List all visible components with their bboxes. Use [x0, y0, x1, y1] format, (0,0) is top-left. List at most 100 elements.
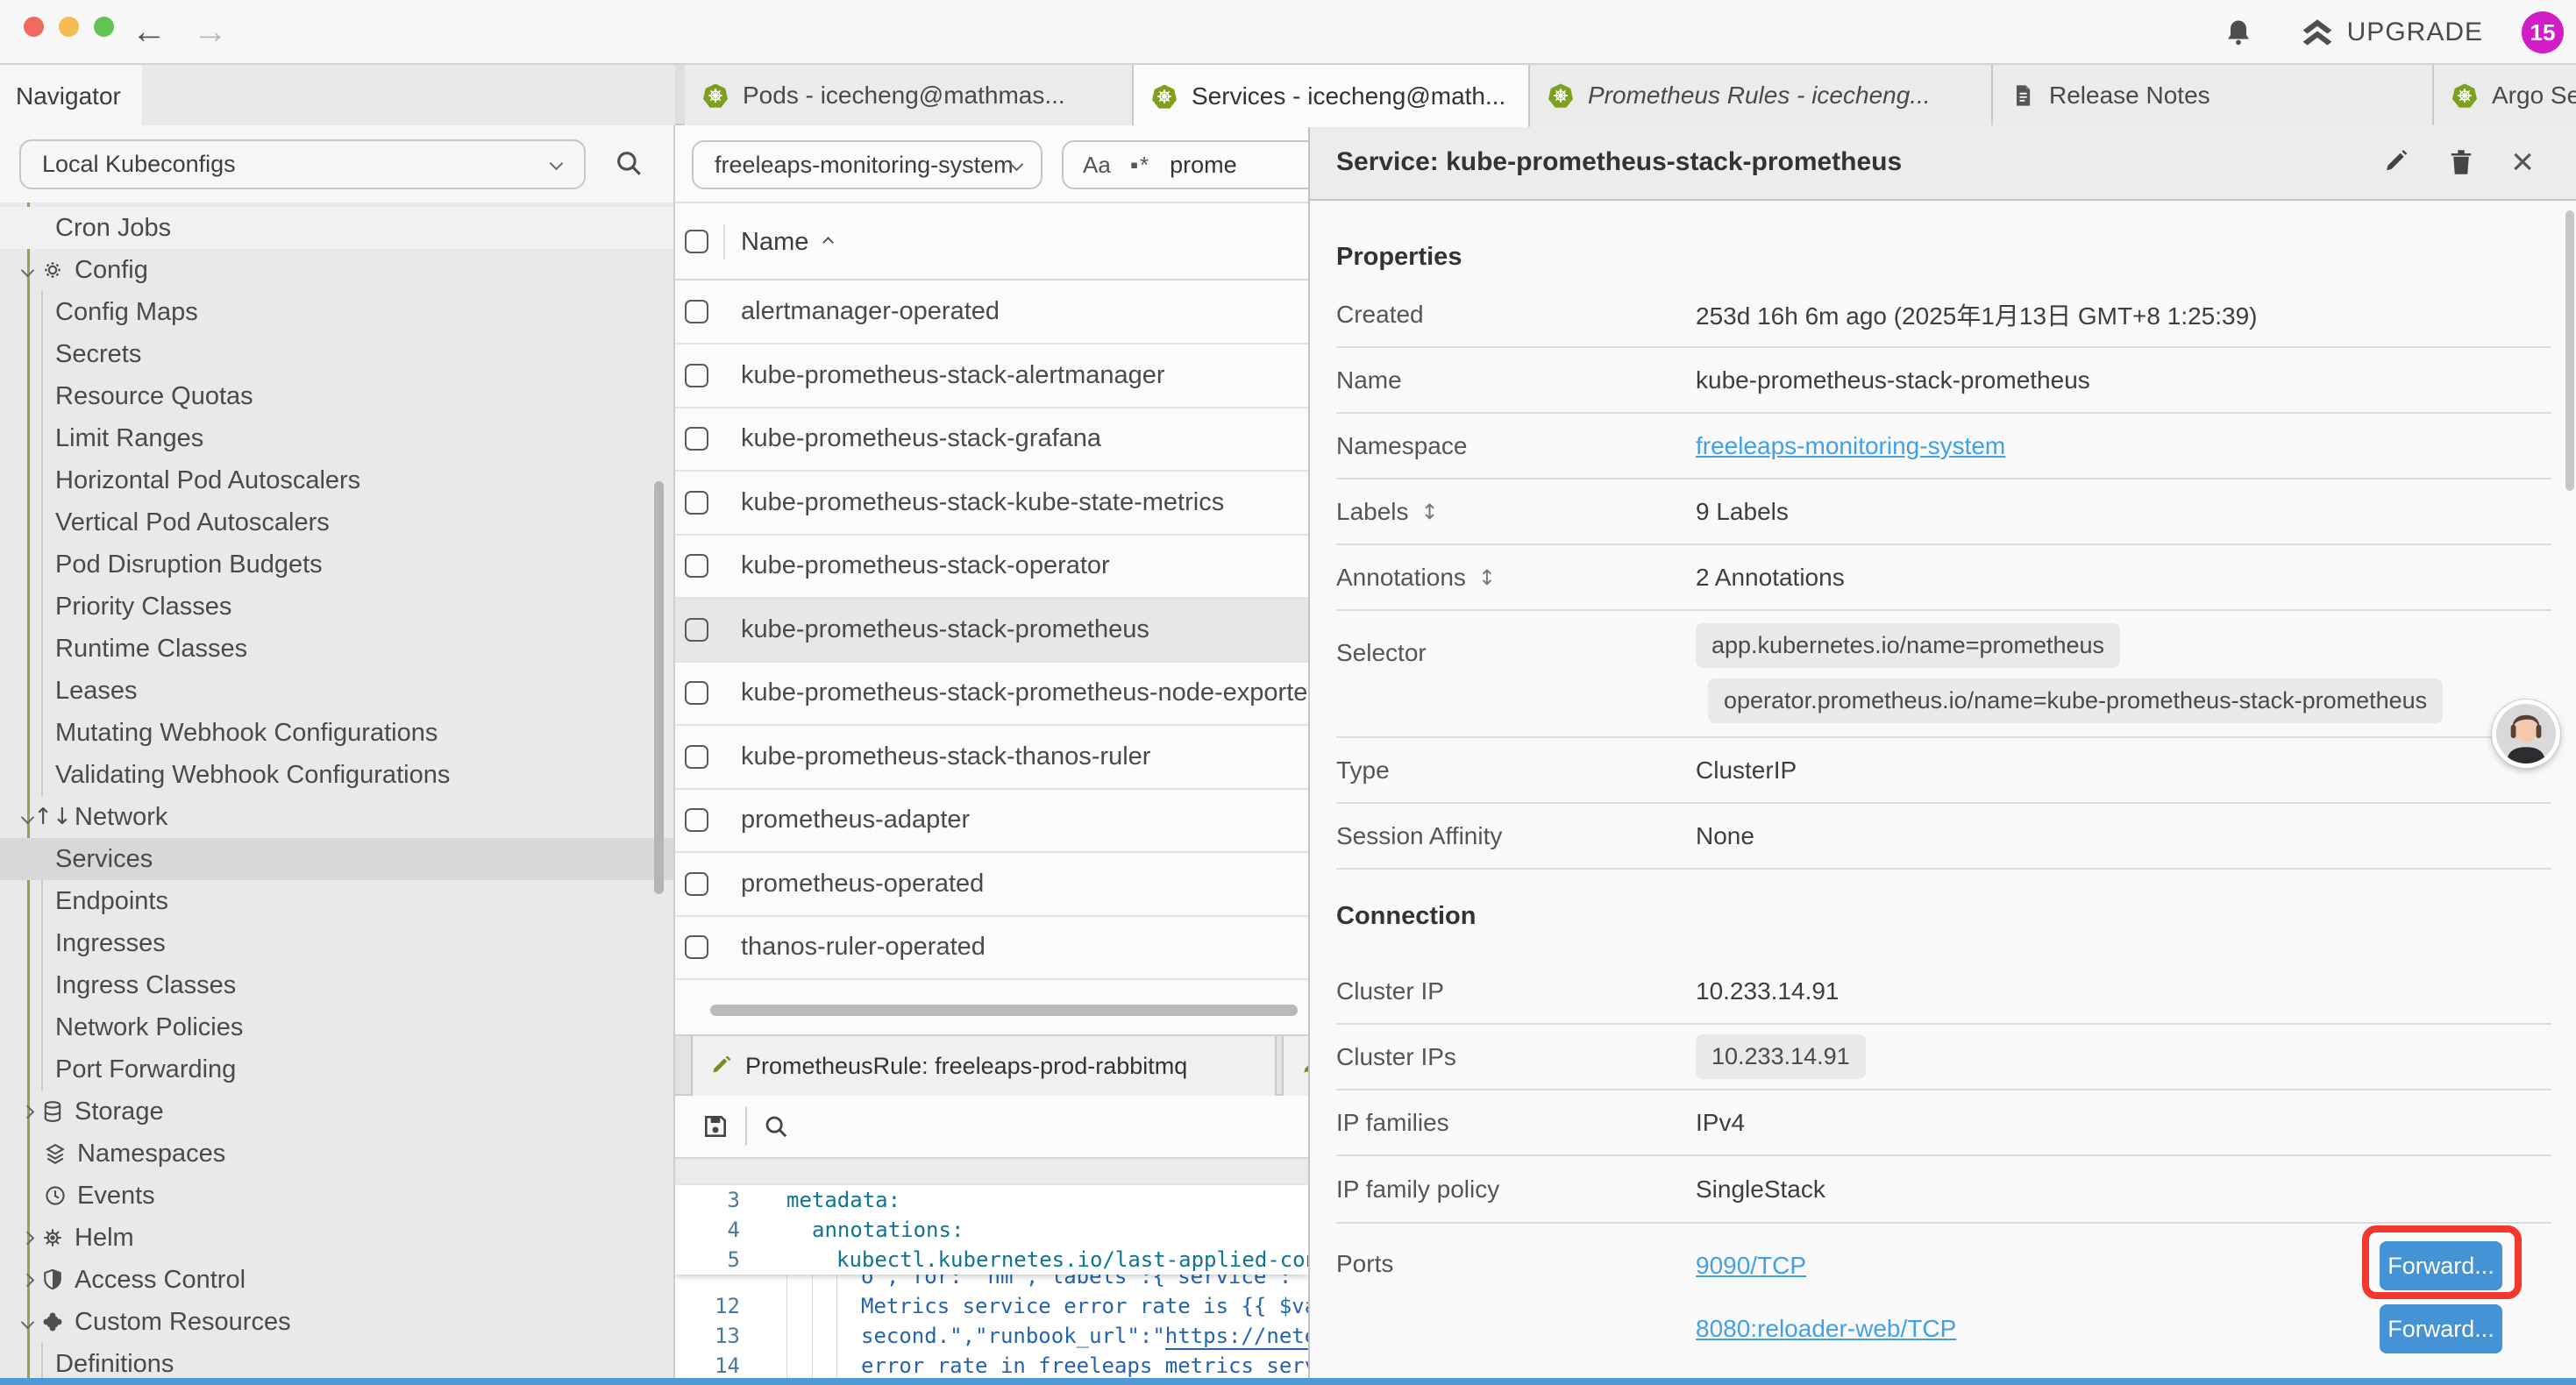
avatar[interactable] [2492, 700, 2560, 768]
row-checkbox[interactable] [685, 554, 708, 578]
sidebar-item-services[interactable]: Services [0, 838, 675, 880]
close-window-button[interactable] [24, 17, 44, 37]
sort-ascending-icon[interactable] [822, 237, 834, 248]
sidebar-item-priority-classes[interactable]: Priority Classes [0, 586, 675, 628]
edit-pencil-icon[interactable] [2383, 148, 2411, 176]
editor-tab-prometheusrule[interactable]: PrometheusRule: freeleaps-prod-rabbitmq [691, 1036, 1277, 1096]
sidebar-item-events[interactable]: Events [0, 1175, 675, 1217]
sidebar-item-namespaces[interactable]: Namespaces [0, 1133, 675, 1175]
row-checkbox[interactable] [685, 808, 708, 832]
chevron-right-icon[interactable] [21, 1231, 35, 1245]
sidebar-item-resource-quotas[interactable]: Resource Quotas [0, 375, 675, 417]
sidebar-item-horizontal-pod-autoscalers[interactable]: Horizontal Pod Autoscalers [0, 459, 675, 501]
port-link[interactable]: 9090/TCP [1696, 1252, 1806, 1280]
forward-button[interactable]: Forward... [2380, 1241, 2502, 1290]
notification-count-badge[interactable]: 15 [2522, 11, 2564, 53]
navigator-tab[interactable]: Navigator [0, 65, 142, 127]
minimize-window-button[interactable] [59, 17, 79, 37]
sidebar-item-mutating-webhook-configurations[interactable]: Mutating Webhook Configurations [0, 712, 675, 754]
sidebar-item-validating-webhook-configurations[interactable]: Validating Webhook Configurations [0, 754, 675, 796]
name-column-header[interactable]: Name [741, 228, 808, 257]
maximize-window-button[interactable] [94, 17, 114, 37]
port-link[interactable]: 8080:reloader-web/TCP [1696, 1315, 1956, 1343]
match-case-toggle[interactable]: Aa [1083, 152, 1111, 179]
sidebar-item-config[interactable]: Config [0, 249, 675, 291]
property-value[interactable]: freeleaps-monitoring-system [1696, 432, 2551, 460]
select-all-checkbox[interactable] [685, 230, 708, 253]
table-row[interactable]: kube-prometheus-stack-thanos-ruler [675, 726, 1308, 790]
delete-trash-icon[interactable] [2448, 147, 2474, 177]
table-row[interactable]: kube-prometheus-stack-kube-state-metrics [675, 472, 1308, 536]
expand-sort-icon[interactable]: ↕ [1478, 565, 1496, 590]
row-checkbox[interactable] [685, 491, 708, 515]
row-checkbox[interactable] [685, 300, 708, 323]
sidebar-scrollbar[interactable] [654, 481, 664, 894]
notifications-bell-icon[interactable] [2223, 17, 2254, 48]
chevron-right-icon[interactable] [21, 1104, 35, 1119]
row-checkbox[interactable] [685, 745, 708, 769]
chevron-down-icon[interactable] [21, 810, 35, 824]
back-button[interactable]: ← [125, 7, 174, 56]
sidebar-item-ingresses[interactable]: Ingresses [0, 922, 675, 964]
forward-button[interactable]: Forward... [2380, 1304, 2502, 1353]
editor-search-icon[interactable] [763, 1113, 789, 1140]
upgrade-chevrons-icon[interactable] [2300, 17, 2335, 48]
tab-argo-se[interactable]: Argo Se [2434, 65, 2576, 125]
row-checkbox[interactable] [685, 872, 708, 896]
detail-scrollbar[interactable] [2565, 210, 2574, 491]
sidebar-item-port-forwarding[interactable]: Port Forwarding [0, 1048, 675, 1090]
yaml-editor[interactable]: 3metadata:4annotations:5kubectl.kubernet… [675, 1185, 1308, 1385]
sidebar-search-icon[interactable] [614, 148, 644, 178]
editor-tab-partial[interactable] [1282, 1036, 1308, 1096]
row-checkbox[interactable] [685, 618, 708, 642]
table-row[interactable]: alertmanager-operated [675, 281, 1308, 344]
row-checkbox[interactable] [685, 935, 708, 959]
sidebar-item-leases[interactable]: Leases [0, 670, 675, 712]
table-row[interactable]: kube-prometheus-stack-grafana [675, 408, 1308, 472]
tab-services-icecheng-math[interactable]: Services - icecheng@math...× [1134, 65, 1530, 127]
save-icon[interactable] [701, 1112, 729, 1140]
upgrade-label[interactable]: UPGRADE [2347, 18, 2483, 47]
sidebar-item-access-control[interactable]: Access Control [0, 1259, 675, 1301]
sidebar-item-ingress-classes[interactable]: Ingress Classes [0, 964, 675, 1006]
kubeconfig-select[interactable]: Local Kubeconfigs [19, 139, 586, 189]
forward-button[interactable]: → [186, 7, 235, 56]
sidebar-item-custom-resources[interactable]: Custom Resources [0, 1301, 675, 1343]
table-row[interactable]: prometheus-operated [675, 853, 1308, 917]
namespace-select[interactable]: freeleaps-monitoring-system [692, 140, 1042, 189]
sidebar-item-helm[interactable]: Helm [0, 1217, 675, 1259]
sidebar-item-runtime-classes[interactable]: Runtime Classes [0, 628, 675, 670]
sidebar-item-secrets[interactable]: Secrets [0, 333, 675, 375]
regex-toggle[interactable]: ▪* [1130, 152, 1150, 179]
code-link[interactable]: https://netes.io/freeleaps [1165, 1324, 1308, 1350]
table-row[interactable]: kube-prometheus-stack-alertmanager [675, 344, 1308, 408]
sidebar-item-config-maps[interactable]: Config Maps [0, 291, 675, 333]
horizontal-scrollbar[interactable] [710, 1005, 1298, 1016]
row-checkbox[interactable] [685, 364, 708, 387]
expand-sort-icon[interactable]: ↕ [1421, 500, 1439, 524]
row-checkbox[interactable] [685, 427, 708, 451]
namespace-link[interactable]: freeleaps-monitoring-system [1696, 432, 2005, 459]
close-icon[interactable]: × [2511, 145, 2534, 180]
sidebar-item-pod-disruption-budgets[interactable]: Pod Disruption Budgets [0, 543, 675, 586]
tab-release-notes[interactable]: Release Notes [1993, 65, 2434, 125]
table-row[interactable]: kube-prometheus-stack-prometheus [675, 599, 1308, 663]
table-row[interactable]: kube-prometheus-stack-prometheus-node-ex… [675, 662, 1308, 726]
sidebar-item-network-policies[interactable]: Network Policies [0, 1006, 675, 1048]
sidebar-item-storage[interactable]: Storage [0, 1090, 675, 1133]
sidebar-item-network[interactable]: ↑↓Network [0, 796, 675, 838]
row-checkbox[interactable] [685, 681, 708, 705]
sidebar-item-cron-jobs[interactable]: Cron Jobs [0, 207, 675, 249]
table-row[interactable]: thanos-ruler-operated [675, 916, 1308, 980]
table-row[interactable]: prometheus-adapter [675, 789, 1308, 853]
sidebar-item-endpoints[interactable]: Endpoints [0, 880, 675, 922]
tab-prometheus-rules-icecheng[interactable]: Prometheus Rules - icecheng... [1530, 65, 1993, 125]
name-filter-input[interactable]: Aa ▪* prome [1062, 140, 1308, 189]
chevron-down-icon[interactable] [21, 1315, 35, 1329]
chevron-right-icon[interactable] [21, 1273, 35, 1287]
sidebar-item-limit-ranges[interactable]: Limit Ranges [0, 417, 675, 459]
table-row[interactable]: kube-prometheus-stack-operator [675, 535, 1308, 599]
sidebar-item-vertical-pod-autoscalers[interactable]: Vertical Pod Autoscalers [0, 501, 675, 543]
tab-pods-icecheng-mathmas[interactable]: Pods - icecheng@mathmas... [685, 65, 1134, 125]
chevron-down-icon[interactable] [21, 263, 35, 277]
